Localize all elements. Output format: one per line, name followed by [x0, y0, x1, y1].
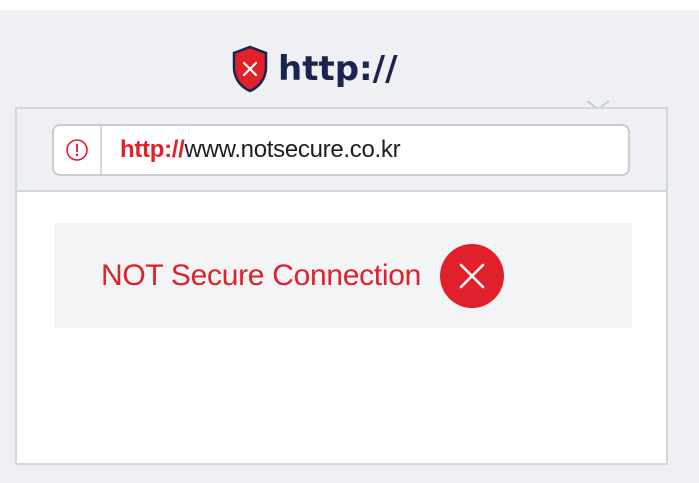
- protocol-text: http://: [278, 49, 398, 89]
- url-host: www.notsecure.co.kr: [184, 136, 401, 163]
- alert-circle-icon[interactable]: [54, 126, 102, 174]
- shield-x-icon: [232, 45, 268, 93]
- protocol-heading: http://: [232, 44, 397, 94]
- url-scheme: http://: [120, 136, 185, 163]
- browser-window: http://www.notsecure.co.kr NOT Secure Co…: [15, 107, 668, 465]
- browser-toolbar: http://www.notsecure.co.kr: [17, 109, 666, 192]
- warning-message: NOT Secure Connection: [101, 258, 421, 292]
- url-text[interactable]: http://www.notsecure.co.kr: [102, 136, 401, 164]
- close-circle-icon: [439, 243, 504, 308]
- security-warning: NOT Secure Connection: [54, 223, 632, 328]
- address-bar[interactable]: http://www.notsecure.co.kr: [52, 124, 630, 176]
